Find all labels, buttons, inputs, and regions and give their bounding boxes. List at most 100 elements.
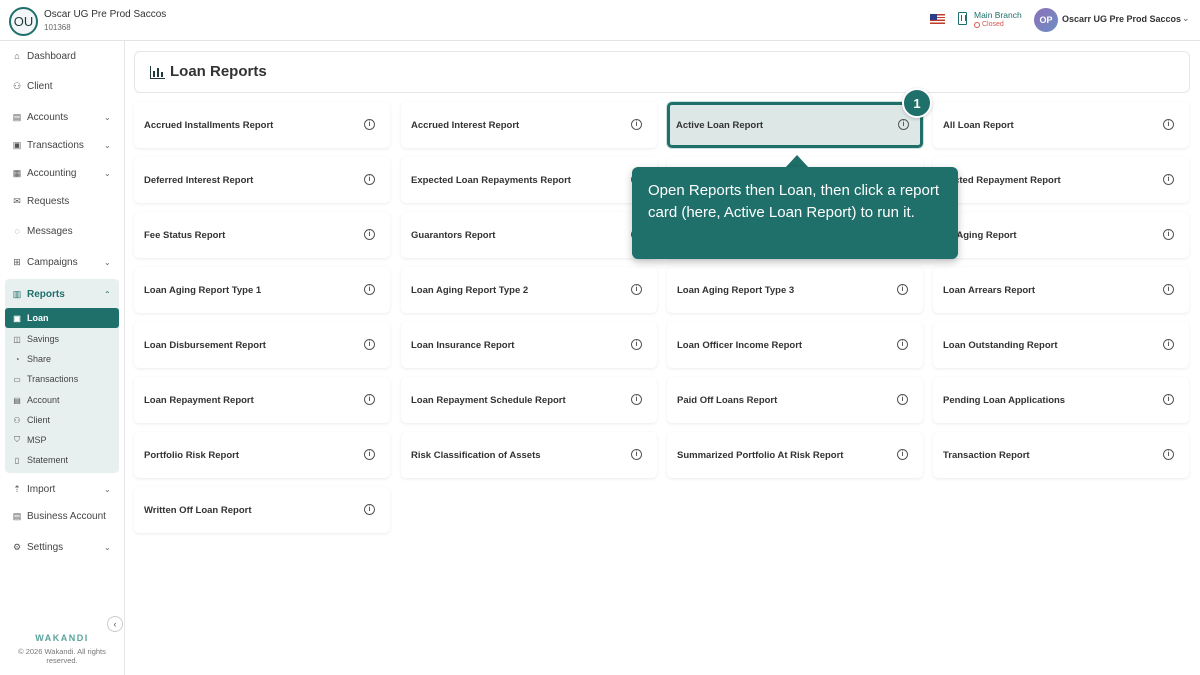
info-icon[interactable]: i (1163, 394, 1174, 405)
report-card[interactable]: Portfolio Risk Report i (134, 432, 390, 478)
branch-status: Closed (974, 21, 1004, 28)
sidebar-subitem-loan[interactable]: ▣ Loan (5, 308, 119, 328)
sidebar-item-dashboard[interactable]: ⌂ Dashboard (0, 45, 124, 67)
report-card[interactable]: Guarantors Reporti (401, 212, 657, 258)
report-card-label: All Loan Report (943, 120, 1014, 131)
info-icon[interactable]: i (631, 339, 642, 350)
branch-selector[interactable]: Main Branch (974, 10, 1022, 20)
report-card[interactable]: Loan Repayment Report i (134, 377, 390, 423)
sidebar-item-label: Transactions (27, 139, 84, 151)
report-card-label: Loan Repayment Schedule Report (411, 395, 566, 406)
report-card[interactable]: Fee Status Report i (134, 212, 390, 258)
report-card[interactable]: an Aging Report i (933, 212, 1189, 258)
report-card[interactable]: Written Off Loan Report i (134, 487, 390, 533)
sidebar-subitem-share[interactable]: ◔ Share (5, 349, 119, 369)
info-icon[interactable]: i (897, 339, 908, 350)
sidebar-subitem-label: Share (27, 354, 52, 364)
cash-icon: ▣ (13, 313, 21, 323)
user-avatar[interactable]: OP (1034, 8, 1058, 32)
gear-icon: ⚙ (12, 541, 22, 552)
wallet-icon: ▤ (12, 111, 22, 122)
report-card[interactable]: Loan Aging Report Type 3 i (667, 267, 923, 313)
brand-logo: WAKANDI (35, 633, 89, 643)
report-card-label: pected Repayment Report (943, 175, 1061, 186)
info-icon[interactable]: i (1163, 174, 1174, 185)
mail-icon: ✉ (13, 195, 21, 206)
info-icon[interactable]: i (898, 119, 909, 130)
report-card[interactable]: Pending Loan Applications i (933, 377, 1189, 423)
sidebar-item-import[interactable]: ⇡ Import ⌄ (0, 478, 124, 500)
info-icon[interactable]: i (1163, 229, 1174, 240)
report-card[interactable]: Summarized Portfolio At Risk Report i (667, 432, 923, 478)
sidebar-item-accounting[interactable]: ▦ Accounting ⌄ (0, 162, 124, 184)
report-card[interactable]: Active Loan Report i (667, 102, 923, 148)
sidebar-item-campaigns[interactable]: ⊞ Campaigns ⌄ (0, 251, 124, 273)
report-card[interactable]: Deferred Interest Report i (134, 157, 390, 203)
user-menu[interactable]: Oscarr UG Pre Prod Saccos (1062, 14, 1181, 24)
report-card-label: Guarantors Report (411, 230, 496, 241)
info-icon[interactable]: i (364, 119, 375, 130)
report-card[interactable]: Paid Off Loans Report i (667, 377, 923, 423)
info-icon[interactable]: i (897, 284, 908, 295)
report-card[interactable]: Accrued Installments Report i (134, 102, 390, 148)
sidebar-item-transactions[interactable]: ▣ Transactions ⌄ (0, 134, 124, 156)
collapse-sidebar-button[interactable]: ‹ (107, 616, 123, 632)
report-card[interactable]: pected Repayment Report i (933, 157, 1189, 203)
report-card[interactable]: Loan Disbursement Report i (134, 322, 390, 368)
sidebar-item-label: Messages (27, 225, 73, 237)
sidebar-item-accounts[interactable]: ▤ Accounts ⌄ (0, 106, 124, 128)
info-icon[interactable]: i (631, 394, 642, 405)
info-icon[interactable]: i (1163, 119, 1174, 130)
info-icon[interactable]: i (364, 449, 375, 460)
report-card[interactable]: Risk Classification of Assets i (401, 432, 657, 478)
sidebar-item-business-account[interactable]: ▤ Business Account (0, 505, 124, 527)
info-icon[interactable]: i (364, 284, 375, 295)
info-icon[interactable]: i (631, 449, 642, 460)
report-card[interactable]: Loan Aging Report Type 2 i (401, 267, 657, 313)
info-icon[interactable]: i (364, 229, 375, 240)
info-icon[interactable]: i (364, 504, 375, 515)
sidebar-subitem-savings[interactable]: ◫ Savings (5, 329, 119, 349)
report-card-label: Loan Officer Income Report (677, 340, 803, 351)
info-icon[interactable]: i (1163, 284, 1174, 295)
report-card-label: Loan Outstanding Report (943, 340, 1058, 351)
sidebar-item-label: Accounting (27, 167, 77, 179)
sidebar-subitem-statement[interactable]: ▯ Statement (5, 450, 119, 470)
report-card[interactable]: Loan Aging Report Type 1 i (134, 267, 390, 313)
report-card[interactable]: Transaction Report i (933, 432, 1189, 478)
report-card-label: Accrued Interest Report (411, 120, 520, 131)
report-card[interactable]: Loan Outstanding Report i (933, 322, 1189, 368)
sidebar-subitem-account[interactable]: ▤ Account (5, 390, 119, 410)
sidebar-subitem-client[interactable]: ⚇ Client (5, 410, 119, 430)
info-icon[interactable]: i (1163, 449, 1174, 460)
sidebar-item-requests[interactable]: ✉ Requests (0, 190, 124, 212)
report-card[interactable]: All Loan Report i (933, 102, 1189, 148)
chevron-down-icon[interactable]: ⌄ (1182, 13, 1190, 24)
money-icon: ▣ (12, 139, 22, 150)
info-icon[interactable]: i (364, 174, 375, 185)
sidebar-item-label: Business Account (27, 510, 106, 522)
report-card-label: Active Loan Report (676, 120, 764, 131)
sidebar-item-label: Client (27, 80, 53, 92)
report-card[interactable]: Loan Insurance Report i (401, 322, 657, 368)
info-icon[interactable]: i (897, 394, 908, 405)
sidebar-item-settings[interactable]: ⚙ Settings ⌄ (0, 536, 124, 558)
sidebar-subitem-transactions[interactable]: ▭ Transactions (5, 369, 119, 389)
sidebar-item-client[interactable]: ⚇ Client (0, 75, 124, 97)
info-icon[interactable]: i (364, 339, 375, 350)
info-icon[interactable]: i (631, 284, 642, 295)
info-icon[interactable]: i (1163, 339, 1174, 350)
info-icon[interactable]: i (631, 119, 642, 130)
report-card[interactable]: Expected Loan Repayments Reporti (401, 157, 657, 203)
report-card[interactable]: Loan Arrears Report i (933, 267, 1189, 313)
sidebar-item-messages[interactable]: ◌ Messages (0, 220, 124, 242)
report-card[interactable]: Loan Repayment Schedule Report i (401, 377, 657, 423)
info-icon[interactable]: i (364, 394, 375, 405)
org-avatar[interactable]: OU (9, 7, 38, 36)
us-flag-icon[interactable] (930, 14, 945, 24)
report-card[interactable]: Loan Officer Income Report i (667, 322, 923, 368)
report-card[interactable]: Accrued Interest Report i (401, 102, 657, 148)
sidebar-subitem-msp[interactable]: ⛉ MSP (5, 430, 119, 450)
sidebar-item-reports[interactable]: ▥ Reports ⌃ (0, 284, 124, 304)
info-icon[interactable]: i (897, 449, 908, 460)
